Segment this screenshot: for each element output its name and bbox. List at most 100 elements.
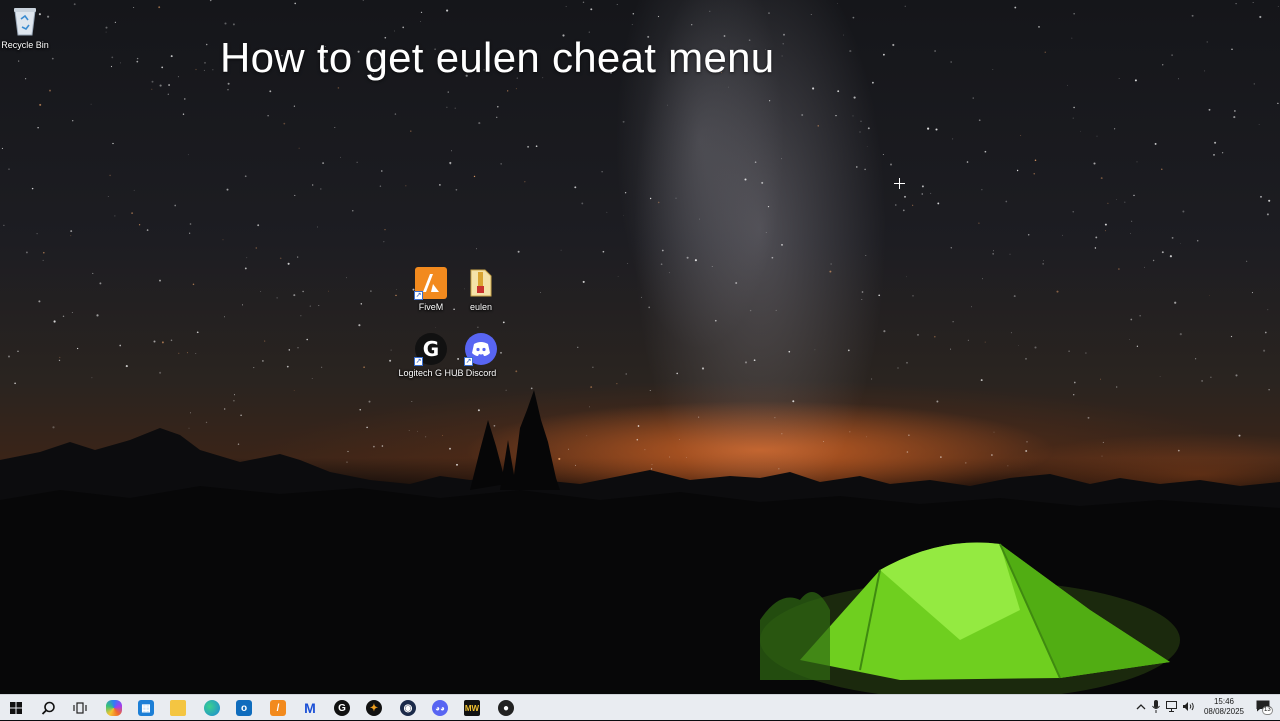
star (1134, 79, 1137, 82)
star (675, 197, 677, 199)
star (37, 127, 39, 129)
star (168, 84, 171, 86)
star (780, 158, 782, 160)
clock-time: 15:46 (1213, 697, 1235, 706)
star (984, 150, 987, 153)
star (131, 212, 134, 215)
star (1068, 350, 1070, 353)
star (1025, 357, 1027, 360)
taskbar-edge[interactable] (196, 695, 228, 721)
desktop-icon-eulen[interactable]: eulen (448, 266, 514, 312)
star (1080, 130, 1081, 132)
star (1118, 78, 1120, 79)
star (18, 60, 20, 62)
star (847, 349, 850, 352)
star (297, 347, 299, 349)
star (627, 263, 629, 264)
star (257, 224, 260, 227)
star (930, 192, 932, 194)
star (246, 257, 248, 259)
taskbar-steam[interactable]: ◉ (392, 695, 424, 721)
microphone-icon[interactable] (1152, 700, 1160, 716)
discord-icon: ↗ (464, 332, 498, 366)
taskbar-logitech-g-hub[interactable]: G (326, 695, 358, 721)
star (25, 251, 28, 254)
star (1258, 124, 1260, 125)
star (356, 161, 358, 163)
star (136, 60, 139, 63)
star (49, 89, 51, 92)
notification-center-button[interactable]: 13 (1256, 700, 1273, 715)
network-icon[interactable] (1166, 701, 1179, 715)
taskbar-mw[interactable]: MW (456, 695, 488, 721)
star (934, 335, 936, 338)
chevron-up-icon[interactable] (1136, 701, 1146, 713)
taskbar-malwarebytes[interactable]: M (294, 695, 326, 721)
star (970, 306, 972, 308)
taskbar-obs[interactable]: ● (490, 695, 522, 721)
star (1180, 243, 1181, 244)
taskbar-discord[interactable]: ◕◕ (424, 695, 456, 721)
star (714, 319, 717, 322)
star (363, 366, 365, 369)
star (192, 283, 195, 286)
star (500, 163, 502, 165)
desktop-icon-recycle-bin[interactable]: Recycle Bin (0, 4, 58, 50)
star (527, 145, 530, 148)
taskbar-fivem[interactable]: / (262, 695, 294, 721)
star (592, 366, 594, 368)
taskbar-copilot[interactable] (98, 695, 130, 721)
star (287, 262, 290, 265)
star (322, 162, 325, 165)
star (420, 11, 423, 14)
star (691, 24, 693, 26)
logitech-g-hub-icon: G ↗ (414, 332, 448, 366)
star (972, 97, 974, 99)
clock[interactable]: 15:46 08/08/2025 (1196, 697, 1252, 717)
start-button[interactable] (0, 695, 32, 721)
star (1114, 128, 1116, 130)
star (984, 341, 986, 343)
star (293, 294, 296, 297)
star (317, 226, 318, 228)
star (517, 250, 520, 253)
star (1152, 259, 1155, 262)
search-icon (41, 701, 55, 715)
star (1277, 6, 1279, 8)
star (861, 291, 864, 293)
star (497, 105, 499, 108)
desktop-icon-discord[interactable]: ↗ Discord (448, 332, 514, 378)
star (405, 185, 407, 187)
star (294, 2, 297, 5)
star (136, 57, 139, 60)
task-view-button[interactable] (64, 695, 96, 721)
taskbar-app[interactable]: ✦ (358, 695, 390, 721)
star (835, 114, 837, 117)
taskbar-microsoft-store[interactable]: ▦ (130, 695, 162, 721)
star (346, 277, 348, 279)
star (921, 193, 923, 195)
star (3, 224, 5, 226)
star (170, 55, 173, 58)
volume-icon[interactable] (1182, 701, 1195, 715)
logitech-g-hub-icon: G (334, 700, 350, 716)
star (1116, 199, 1118, 200)
star (882, 153, 884, 156)
star (1161, 168, 1163, 170)
star (1182, 210, 1185, 213)
star (1042, 260, 1044, 262)
star (904, 5, 906, 7)
star (241, 304, 244, 306)
star (1094, 247, 1097, 249)
taskbar-outlook[interactable]: o (228, 695, 260, 721)
taskbar-file-explorer[interactable] (162, 695, 194, 721)
star (1169, 255, 1172, 258)
glowing-tent (760, 542, 1180, 694)
star (1096, 135, 1098, 137)
star (43, 251, 45, 254)
star (70, 235, 72, 237)
search-button[interactable] (32, 695, 64, 721)
star (76, 347, 79, 350)
star (379, 185, 382, 187)
star (581, 202, 584, 205)
